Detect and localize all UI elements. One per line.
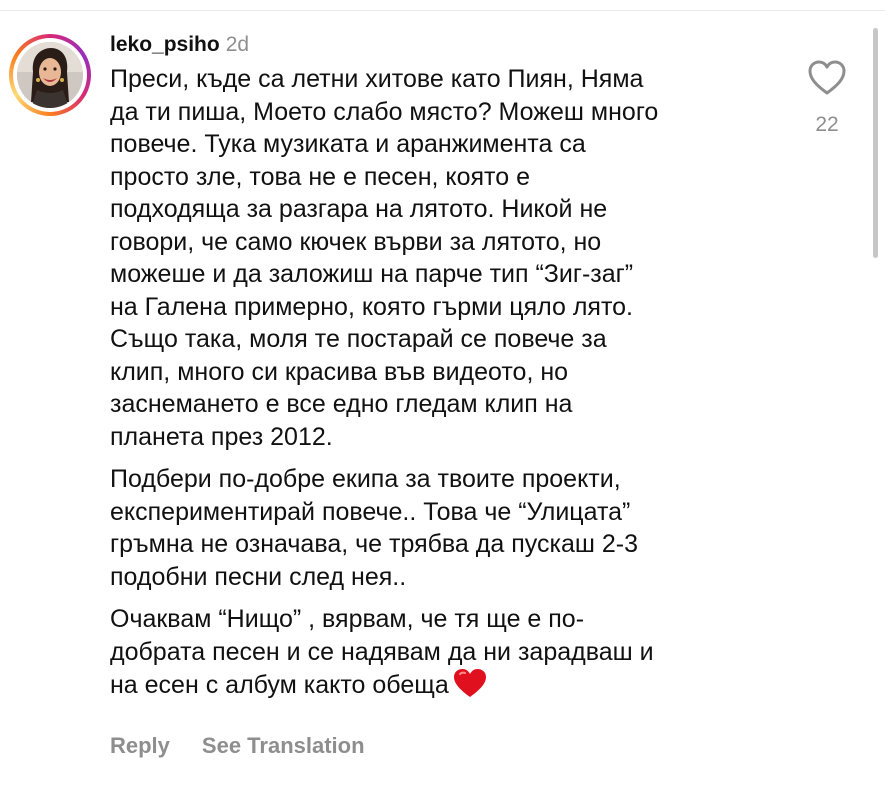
heart-outline-icon[interactable]: [808, 60, 846, 96]
scrollbar[interactable]: [873, 28, 878, 258]
comment-paragraph-3: Очаквам “Нищо” , вярвам, че тя ще е по- …: [110, 603, 790, 702]
top-divider: [0, 10, 885, 11]
like-count: 22: [815, 113, 839, 136]
comment-actions: Reply See Translation: [110, 731, 365, 761]
comment: leko_psiho 2d Преси, къде са летни хитове…: [110, 30, 790, 712]
avatar[interactable]: [9, 34, 91, 116]
comment-paragraph-2: Подбери по-добре екипа за твоите проекти…: [110, 465, 638, 591]
comment-body: Преси, къде са летни хитове като Пиян, Н…: [110, 63, 790, 702]
comment-paragraph-1: Преси, къде са летни хитове като Пиян, Н…: [110, 65, 659, 451]
username-link[interactable]: leko_psiho: [110, 33, 220, 56]
see-translation-button[interactable]: See Translation: [202, 733, 365, 758]
red-heart-emoji-icon: [453, 668, 487, 698]
avatar-border: [13, 38, 87, 112]
avatar-photo: [17, 42, 83, 108]
reply-button[interactable]: Reply: [110, 733, 170, 758]
comment-meta: leko_psiho 2d: [110, 30, 790, 60]
comment-timestamp: 2d: [225, 33, 250, 56]
avatar-image: [17, 42, 83, 108]
comment-paragraph-3-text: Очаквам “Нищо” , вярвам, че тя ще е по- …: [110, 605, 654, 699]
